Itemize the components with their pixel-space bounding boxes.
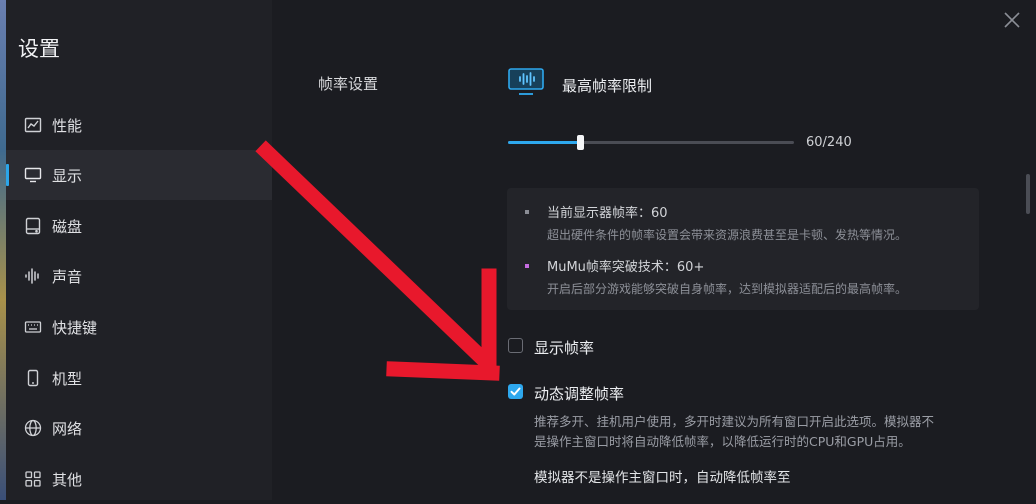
- slider-handle[interactable]: [576, 135, 584, 150]
- fps-slider[interactable]: [508, 135, 794, 150]
- sidebar-item-label: 磁盘: [52, 217, 83, 236]
- sidebar-item-disk[interactable]: 磁盘: [6, 201, 272, 251]
- sidebar-item-hotkeys[interactable]: 快捷键: [6, 302, 272, 352]
- slider-fill: [508, 141, 580, 144]
- show-fps-label[interactable]: 显示帧率: [534, 337, 594, 358]
- grid-icon: [24, 470, 42, 488]
- bullet-icon: [525, 264, 529, 268]
- scrollbar[interactable]: [1026, 174, 1030, 214]
- sound-wave-icon: [24, 267, 42, 285]
- info-desc: 开启后部分游戏能够突破自身帧率，达到模拟器适配后的最高帧率。: [547, 282, 908, 296]
- close-icon: [1004, 12, 1020, 28]
- dynamic-fps-desc-line2: 是操作主窗口时将自动降低帧率，以降低运行时的CPU和GPU占用。: [534, 434, 911, 449]
- dynamic-fps-desc-line1: 推荐多开、挂机用户使用，多开时建议为所有窗口开启此选项。模拟器不: [534, 414, 935, 429]
- bullet-icon: [525, 210, 529, 214]
- globe-icon: [24, 419, 42, 437]
- sidebar-item-label: 快捷键: [52, 318, 98, 337]
- sidebar-item-label: 机型: [52, 369, 83, 388]
- sidebar-item-label: 性能: [52, 116, 83, 135]
- sidebar-item-label: 网络: [52, 419, 83, 438]
- info-title: MuMu帧率突破技术：60+: [547, 260, 705, 275]
- show-fps-checkbox[interactable]: [508, 338, 523, 353]
- fps-info-box: 当前显示器帧率：60 超出硬件条件的帧率设置会带来资源浪费甚至是卡顿、发热等情况…: [507, 188, 979, 310]
- sidebar: 设置 性能 显示 磁盘 声音 快捷键 机型 网络 其他: [6, 0, 272, 500]
- info-title: 当前显示器帧率：60: [547, 206, 668, 221]
- sidebar-item-performance[interactable]: 性能: [6, 100, 272, 150]
- max-fps-limit-title: 最高帧率限制: [562, 77, 653, 95]
- monitor-waveform-icon: [508, 68, 544, 96]
- sidebar-item-device-model[interactable]: 机型: [6, 353, 272, 403]
- sidebar-item-label: 其他: [52, 470, 83, 489]
- dynamic-fps-checkbox[interactable]: [508, 384, 523, 399]
- sidebar-item-label: 显示: [52, 166, 83, 185]
- sidebar-item-label: 声音: [52, 267, 83, 286]
- disk-icon: [24, 217, 42, 235]
- close-button[interactable]: [1002, 10, 1022, 30]
- check-icon: [510, 387, 521, 396]
- monitor-icon: [24, 166, 42, 184]
- frame-rate-section-label: 帧率设置: [318, 75, 379, 93]
- info-desc: 超出硬件条件的帧率设置会带来资源浪费甚至是卡顿、发热等情况。: [547, 228, 908, 242]
- sidebar-item-other[interactable]: 其他: [6, 454, 272, 504]
- sidebar-item-network[interactable]: 网络: [6, 403, 272, 453]
- main-panel: 帧率设置 最高帧率限制 60/240 当前显示器帧率：60 超出硬件条件的帧率设…: [272, 0, 1036, 500]
- phone-icon: [24, 369, 42, 387]
- sidebar-title: 设置: [18, 37, 60, 61]
- sidebar-item-sound[interactable]: 声音: [6, 251, 272, 301]
- auto-reduce-fps-label: 模拟器不是操作主窗口时，自动降低帧率至: [534, 470, 791, 486]
- dynamic-fps-label[interactable]: 动态调整帧率: [534, 383, 624, 404]
- keyboard-icon: [24, 318, 42, 336]
- slider-value: 60/240: [806, 135, 852, 150]
- performance-chart-icon: [24, 116, 42, 134]
- sidebar-item-display[interactable]: 显示: [6, 150, 272, 200]
